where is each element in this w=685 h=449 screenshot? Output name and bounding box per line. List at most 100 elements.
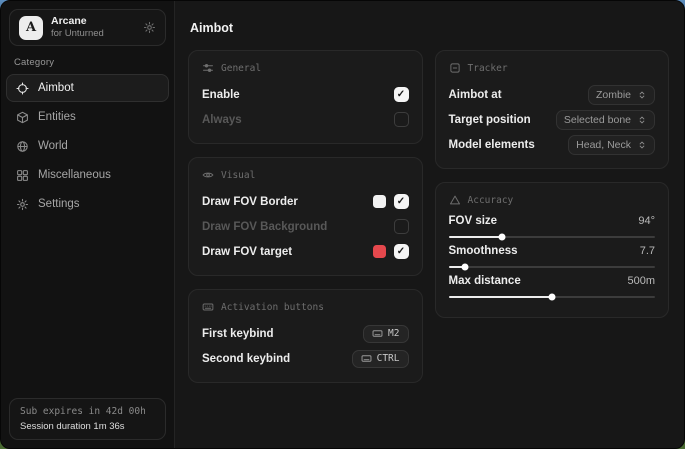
sidebar-item-label: Aimbot bbox=[38, 82, 74, 94]
fov-size-slider-block: FOV size 94° bbox=[449, 215, 656, 238]
tracker-card: Tracker Aimbot at Zombie bbox=[435, 50, 670, 169]
slider-handle[interactable] bbox=[462, 264, 469, 271]
brand-name: Arcane bbox=[51, 15, 104, 28]
setting-label: First keybind bbox=[202, 328, 274, 340]
activation-card: Activation buttons First keybind M2 bbox=[188, 289, 423, 383]
setting-row-fov-background: Draw FOV Background ✓ bbox=[202, 215, 409, 238]
fov-target-checkbox[interactable]: ✓ bbox=[394, 244, 409, 259]
accuracy-card-header: Accuracy bbox=[449, 194, 656, 206]
sidebar-item-settings[interactable]: Settings bbox=[6, 190, 169, 218]
gear-icon[interactable] bbox=[143, 21, 156, 34]
dropdown-value: Zombie bbox=[596, 89, 631, 101]
section-title: Activation buttons bbox=[221, 302, 324, 313]
slider-label: Smoothness bbox=[449, 245, 518, 257]
fov-border-checkbox[interactable]: ✓ bbox=[394, 194, 409, 209]
slider-handle[interactable] bbox=[499, 234, 506, 241]
setting-row-fov-border: Draw FOV Border ✓ bbox=[202, 190, 409, 213]
brand-subtitle: for Unturned bbox=[51, 28, 104, 40]
setting-row-fov-target: Draw FOV target ✓ bbox=[202, 240, 409, 263]
enable-checkbox[interactable]: ✓ bbox=[394, 87, 409, 102]
slider-value: 7.7 bbox=[640, 245, 655, 257]
first-keybind-button[interactable]: M2 bbox=[363, 325, 408, 343]
tracker-card-header: Tracker bbox=[449, 62, 656, 74]
fov-background-checkbox[interactable]: ✓ bbox=[394, 219, 409, 234]
setting-row-always: Always ✓ bbox=[202, 108, 409, 131]
check-icon: ✓ bbox=[397, 197, 405, 207]
sub-expiry-text: Sub expires in 42d 00h bbox=[20, 406, 155, 417]
slider-fill bbox=[449, 236, 503, 238]
target-box-icon bbox=[449, 62, 461, 74]
triangle-icon bbox=[449, 194, 461, 206]
app-window: A Arcane for Unturned Category bbox=[0, 0, 685, 449]
globe-icon bbox=[16, 140, 29, 153]
max-distance-slider[interactable] bbox=[449, 296, 656, 298]
brand-logo: A bbox=[19, 16, 43, 40]
sidebar-nav: Aimbot Entities bbox=[1, 74, 174, 218]
always-checkbox[interactable]: ✓ bbox=[394, 112, 409, 127]
max-distance-slider-block: Max distance 500m bbox=[449, 275, 656, 298]
slider-handle[interactable] bbox=[548, 294, 555, 301]
model-elements-dropdown[interactable]: Head, Neck bbox=[568, 135, 655, 155]
sidebar-item-label: World bbox=[38, 140, 68, 152]
setting-row-second-keybind: Second keybind CTRL bbox=[202, 347, 409, 370]
target-position-dropdown[interactable]: Selected bone bbox=[556, 110, 655, 130]
check-icon: ✓ bbox=[397, 247, 405, 257]
fov-size-slider[interactable] bbox=[449, 236, 656, 238]
section-title: Accuracy bbox=[468, 195, 514, 206]
keyboard-icon bbox=[372, 328, 383, 339]
setting-label: Always bbox=[202, 114, 242, 126]
color-swatch[interactable] bbox=[373, 195, 386, 208]
brand-card: A Arcane for Unturned bbox=[9, 9, 166, 46]
slider-fill bbox=[449, 296, 552, 298]
setting-label: Draw FOV target bbox=[202, 246, 292, 258]
color-swatch[interactable] bbox=[373, 245, 386, 258]
chevron-updown-icon bbox=[637, 140, 647, 150]
activation-card-header: Activation buttons bbox=[202, 301, 409, 313]
smoothness-slider[interactable] bbox=[449, 266, 656, 268]
slider-value: 94° bbox=[638, 215, 655, 227]
visual-card: Visual Draw FOV Border ✓ Draw FOV Backgr… bbox=[188, 157, 423, 276]
eye-icon bbox=[202, 169, 214, 181]
sidebar-item-label: Settings bbox=[38, 198, 80, 210]
gear-icon bbox=[16, 198, 29, 211]
aimbot-at-dropdown[interactable]: Zombie bbox=[588, 85, 655, 105]
keyboard-icon bbox=[202, 301, 214, 313]
smoothness-slider-block: Smoothness 7.7 bbox=[449, 245, 656, 268]
sidebar: A Arcane for Unturned Category bbox=[1, 1, 175, 448]
keybind-value: CTRL bbox=[377, 353, 400, 364]
chevron-updown-icon bbox=[637, 90, 647, 100]
main-content: Aimbot General bbox=[175, 1, 684, 448]
page-title: Aimbot bbox=[190, 21, 669, 35]
section-title: Visual bbox=[221, 170, 255, 181]
keyboard-icon bbox=[361, 353, 372, 364]
setting-label: Second keybind bbox=[202, 353, 290, 365]
setting-row-aimbot-at: Aimbot at Zombie bbox=[449, 83, 656, 106]
subscription-info-card: Sub expires in 42d 00h Session duration … bbox=[9, 398, 166, 440]
cube-icon bbox=[16, 111, 29, 124]
sidebar-item-label: Entities bbox=[38, 111, 76, 123]
sidebar-item-world[interactable]: World bbox=[6, 132, 169, 160]
general-card-header: General bbox=[202, 62, 409, 74]
sidebar-item-aimbot[interactable]: Aimbot bbox=[6, 74, 169, 102]
keybind-value: M2 bbox=[388, 328, 399, 339]
brand-text: Arcane for Unturned bbox=[51, 15, 104, 40]
sliders-icon bbox=[202, 62, 214, 74]
grid-icon bbox=[16, 169, 29, 182]
sidebar-item-entities[interactable]: Entities bbox=[6, 103, 169, 131]
accuracy-card: Accuracy FOV size 94° bbox=[435, 182, 670, 318]
setting-label: Model elements bbox=[449, 139, 535, 151]
slider-label: FOV size bbox=[449, 215, 498, 227]
setting-row-first-keybind: First keybind M2 bbox=[202, 322, 409, 345]
section-title: Tracker bbox=[468, 63, 508, 74]
section-title: General bbox=[221, 63, 261, 74]
sidebar-item-miscellaneous[interactable]: Miscellaneous bbox=[6, 161, 169, 189]
setting-label: Draw FOV Border bbox=[202, 196, 298, 208]
category-label: Category bbox=[14, 57, 161, 68]
second-keybind-button[interactable]: CTRL bbox=[352, 350, 409, 368]
crosshair-icon bbox=[16, 82, 29, 95]
sidebar-item-label: Miscellaneous bbox=[38, 169, 111, 181]
setting-label: Draw FOV Background bbox=[202, 221, 327, 233]
setting-row-target-position: Target position Selected bone bbox=[449, 108, 656, 131]
setting-label: Target position bbox=[449, 114, 531, 126]
setting-label: Aimbot at bbox=[449, 89, 502, 101]
